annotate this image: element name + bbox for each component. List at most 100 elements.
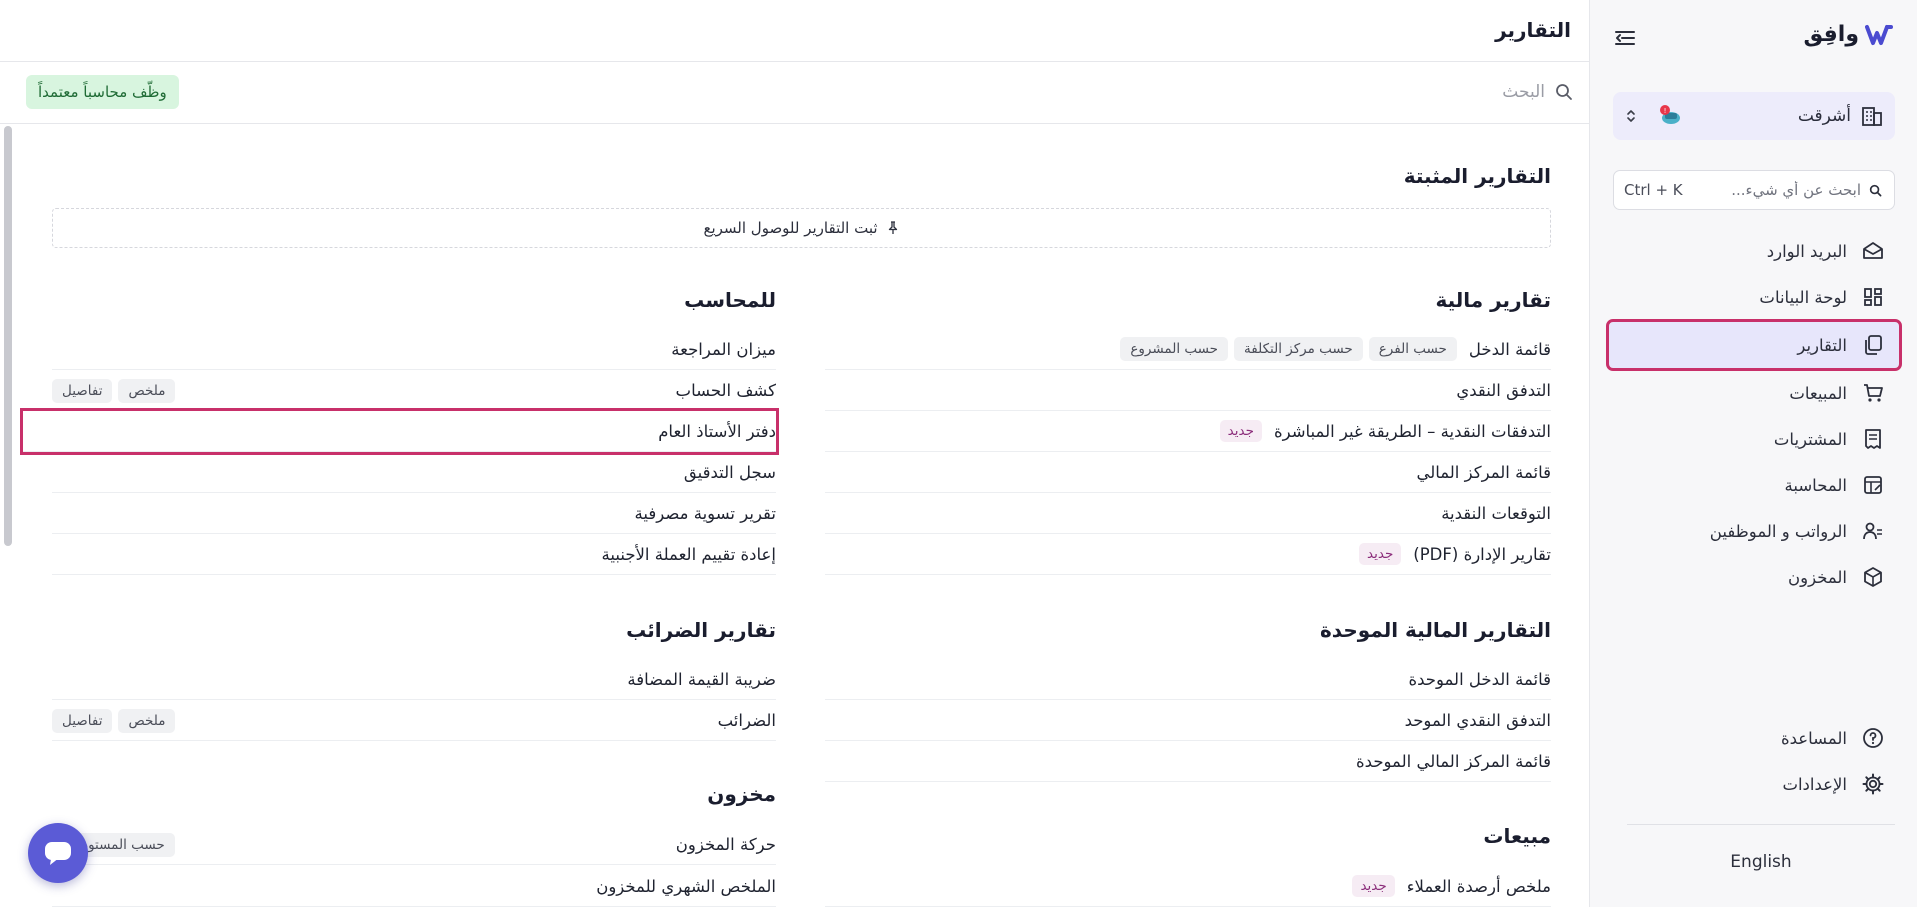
chip-summary[interactable]: ملخص — [118, 709, 176, 733]
report-row-income-statement[interactable]: قائمة الدخل حسب الفرع حسب مركز التكلفة ح… — [825, 329, 1551, 370]
report-label: كشف الحساب — [675, 380, 776, 400]
chevron-updown-icon — [1627, 110, 1635, 122]
chip-by-project[interactable]: حسب المشروع — [1120, 337, 1229, 361]
section-title-sales: مبيعات — [1483, 824, 1551, 848]
sidebar-item-sales[interactable]: المبيعات — [1613, 370, 1895, 416]
report-row-balance-sheet[interactable]: قائمة المركز المالي — [825, 452, 1551, 493]
logo-row: وافِق — [1612, 20, 1895, 56]
reports-column-left: للمحاسب ميزان المراجعة كشف الحساب ملخص ت… — [20, 124, 779, 907]
reports-column-right: تقارير مالية قائمة الدخل حسب الفرع حسب م… — [825, 124, 1551, 907]
chat-icon — [45, 842, 71, 865]
reports-search-input[interactable] — [1325, 82, 1545, 102]
sidebar-item-dashboard[interactable]: لوحة البيانات — [1613, 274, 1895, 320]
section-title-consolidated: التقارير المالية الموحدة — [1320, 618, 1551, 642]
sidebar-item-label: الإعدادات — [1782, 774, 1847, 794]
report-row-monthly-stock-summary[interactable]: الملخص الشهري للمخزون — [52, 866, 776, 907]
sidebar-item-label: المساعدة — [1780, 728, 1847, 748]
chip-summary[interactable]: ملخص — [118, 379, 176, 403]
toolbar: وظّف محاسباً معتمداً — [0, 62, 1589, 124]
gear-icon — [1862, 773, 1884, 795]
report-label: تقرير تسوية مصرفية — [634, 503, 776, 523]
report-row-bank-reconciliation[interactable]: تقرير تسوية مصرفية — [52, 493, 776, 534]
page-title: التقارير — [1495, 18, 1571, 42]
report-row-cash-forecast[interactable]: التوقعات النقدية — [825, 493, 1551, 534]
report-label: التدفق النقدي الموحد — [1404, 710, 1551, 730]
sidebar-item-reports[interactable]: التقارير — [1606, 319, 1902, 371]
search-shortcut: Ctrl + K — [1624, 181, 1683, 199]
logo-text: وافِق — [1803, 22, 1859, 47]
sidebar-divider — [1627, 824, 1895, 825]
section-title-tax: تقارير الضرائب — [626, 618, 776, 642]
chip-by-cost-center[interactable]: حسب مركز التكلفة — [1234, 337, 1363, 361]
sidebar-item-label: التقارير — [1797, 335, 1847, 355]
help-icon — [1863, 728, 1883, 748]
report-chips: حسب الفرع حسب مركز التكلفة حسب المشروع — [1120, 337, 1457, 361]
dashboard-icon — [1864, 288, 1882, 306]
report-row-customer-balances[interactable]: ملخص أرصدة العملاء جديد — [825, 866, 1551, 907]
logo[interactable]: وافِق — [1804, 22, 1895, 47]
report-row-fx-revaluation[interactable]: إعادة تقييم العملة الأجنبية — [52, 534, 776, 575]
search-icon — [1869, 184, 1882, 196]
report-label: الملخص الشهري للمخزون — [596, 876, 776, 896]
report-row-cash-flow[interactable]: التدفق النقدي — [825, 370, 1551, 411]
ledger-icon — [1864, 476, 1882, 494]
sidebar-item-payroll[interactable]: الرواتب و الموظفين — [1613, 508, 1895, 554]
report-row-taxes[interactable]: الضرائب ملخص تفاصيل — [52, 700, 776, 741]
receipt-icon — [1865, 429, 1881, 449]
sidebar-item-inventory[interactable]: المخزون — [1613, 554, 1895, 600]
report-label: تقارير الإدارة (PDF) — [1413, 544, 1551, 564]
org-switcher[interactable]: أشرقت ! — [1613, 92, 1895, 140]
sidebar-item-help[interactable]: المساعدة — [1613, 715, 1895, 761]
report-chips: ملخص تفاصيل — [52, 709, 176, 733]
report-row-audit-log[interactable]: سجل التدقيق — [52, 452, 776, 493]
sidebar-item-label: البريد الوارد — [1766, 241, 1847, 261]
report-label: التوقعات النقدية — [1441, 503, 1551, 523]
report-chips: ملخص تفاصيل — [52, 379, 176, 403]
report-row-consolidated-income[interactable]: قائمة الدخل الموحدة — [825, 659, 1551, 700]
org-name: أشرقت — [1797, 106, 1851, 126]
sidebar-item-inbox[interactable]: البريد الوارد — [1613, 228, 1895, 274]
sidebar-item-label: المخزون — [1788, 567, 1847, 587]
box-icon — [1864, 567, 1882, 587]
sidebar-item-label: المشتريات — [1773, 429, 1847, 449]
reports-content: التقارير المثبتة ثبت التقارير للوصول الس… — [0, 124, 1589, 907]
sidebar-search-input[interactable] — [1721, 181, 1861, 199]
chip-by-branch[interactable]: حسب الفرع — [1368, 337, 1457, 361]
report-row-indirect-cash-flow[interactable]: التدفقات النقدية – الطريقة غير المباشرة … — [825, 411, 1551, 452]
report-chips: جديد — [1219, 420, 1262, 442]
report-label: سجل التدقيق — [683, 462, 776, 482]
report-row-stock-movement[interactable]: حركة المخزون حسب المستودع — [52, 824, 776, 865]
hire-accountant-badge[interactable]: وظّف محاسباً معتمداً — [26, 75, 179, 109]
report-row-general-ledger[interactable]: دفتر الأستاذ العام — [20, 408, 779, 455]
new-badge: جديد — [1359, 543, 1402, 565]
report-label: قائمة المركز المالي — [1416, 462, 1551, 482]
section-title-financial: تقارير مالية — [1435, 288, 1551, 312]
reports-icon — [1865, 335, 1882, 355]
report-label: ملخص أرصدة العملاء — [1406, 876, 1551, 896]
sidebar-collapse-icon[interactable] — [1612, 26, 1638, 50]
report-chips: جديد — [1352, 875, 1395, 897]
chip-details[interactable]: تفاصيل — [52, 379, 113, 403]
report-row-consolidated-cash-flow[interactable]: التدفق النقدي الموحد — [825, 700, 1551, 741]
report-row-vat[interactable]: ضريبة القيمة المضافة — [52, 659, 776, 700]
chip-details[interactable]: تفاصيل — [52, 709, 113, 733]
language-switch[interactable]: English — [1627, 852, 1895, 872]
sidebar: وافِق أشرقت ! Ctrl + K — [1589, 0, 1917, 907]
sidebar-item-label: الرواتب و الموظفين — [1709, 521, 1847, 541]
report-label: التدفقات النقدية – الطريقة غير المباشرة — [1273, 421, 1551, 441]
report-label: حركة المخزون — [675, 834, 776, 854]
section-title-inventory: مخزون — [707, 782, 776, 806]
report-row-consolidated-balance[interactable]: قائمة المركز المالي الموحدة — [825, 741, 1551, 782]
users-icon — [1863, 522, 1882, 540]
sidebar-item-accounting[interactable]: المحاسبة — [1613, 462, 1895, 508]
report-label: قائمة الدخل الموحدة — [1408, 669, 1551, 689]
sidebar-item-purchases[interactable]: المشتريات — [1613, 416, 1895, 462]
reports-search[interactable] — [1325, 82, 1573, 102]
report-row-management-pdf[interactable]: تقارير الإدارة (PDF) جديد — [825, 534, 1551, 575]
new-badge: جديد — [1219, 420, 1262, 442]
sidebar-search[interactable]: Ctrl + K — [1613, 170, 1895, 210]
report-row-account-statement[interactable]: كشف الحساب ملخص تفاصيل — [52, 370, 776, 411]
report-row-trial-balance[interactable]: ميزان المراجعة — [52, 329, 776, 370]
chat-support-button[interactable] — [28, 823, 88, 883]
sidebar-item-settings[interactable]: الإعدادات — [1613, 761, 1895, 807]
